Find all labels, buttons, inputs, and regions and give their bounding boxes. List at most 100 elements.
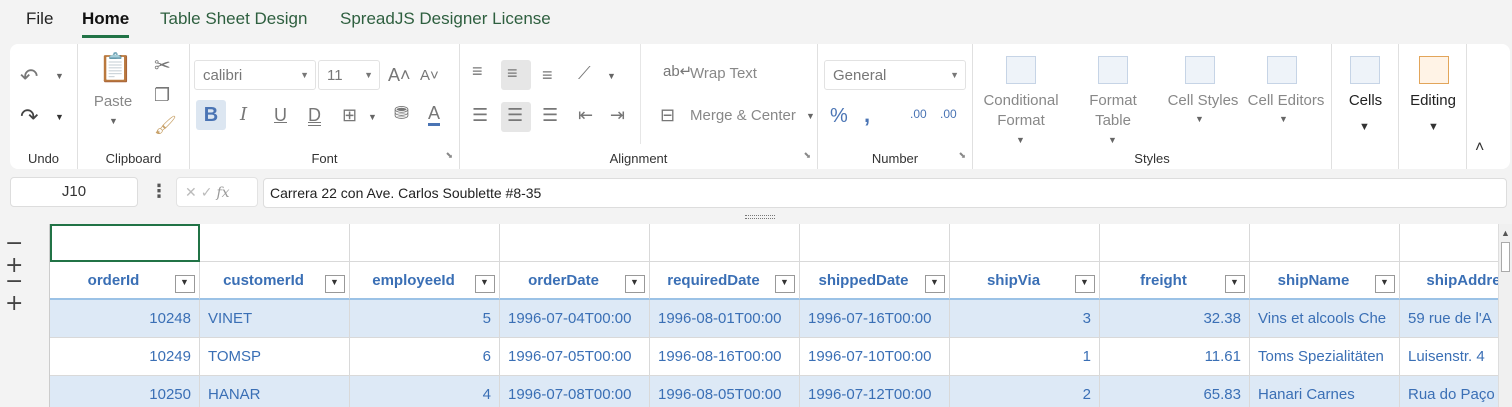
cells-dropdown-icon[interactable]: ▼ [1359,121,1370,133]
column-header[interactable]: shipVia [950,262,1100,300]
align-left-icon[interactable]: ☰ [472,106,488,124]
table-cell[interactable]: 3 [950,300,1100,338]
editing-dropdown-icon[interactable]: ▼ [1428,121,1439,133]
paste-label[interactable]: Paste [88,92,138,112]
table-cell[interactable]: 6 [350,338,500,376]
table-cell[interactable]: 1996-07-05T00:00 [500,338,650,376]
cell-styles-icon[interactable] [1185,56,1215,84]
italic-icon[interactable]: I [240,106,247,124]
filter-dropdown-icon[interactable] [925,275,945,293]
grid-cell[interactable] [1100,224,1250,262]
number-dialog-launcher-icon[interactable]: ⬊ [958,150,966,161]
conditional-format-label-2[interactable]: Format [973,111,1069,131]
cell-editors-dropdown-icon[interactable]: ▼ [1279,114,1288,124]
insert-function-icon[interactable]: fx [216,185,229,201]
table-cell[interactable]: HANAR [200,376,350,407]
font-family-select[interactable]: calibri ▼ [194,60,316,90]
border-icon[interactable]: ⊞ [342,106,357,124]
filter-dropdown-icon[interactable] [325,275,345,293]
cell-styles-dropdown-icon[interactable]: ▼ [1195,114,1204,124]
table-cell[interactable]: 1996-07-16T00:00 [800,300,950,338]
decrease-decimal-icon[interactable]: .00 [940,108,957,120]
grid-cell[interactable] [650,224,800,262]
table-cell[interactable]: 1 [950,338,1100,376]
filter-dropdown-icon[interactable] [1225,275,1245,293]
undo-dropdown-icon[interactable]: ▼ [55,71,64,81]
formula-input[interactable]: Carrera 22 con Ave. Carlos Soublette #8-… [263,178,1507,208]
format-table-label-2[interactable]: Table [1083,111,1143,131]
more-vertical-icon[interactable]: ⋮ [150,181,168,202]
filter-dropdown-icon[interactable] [1375,275,1395,293]
table-cell[interactable]: 65.83 [1100,376,1250,407]
filter-dropdown-icon[interactable] [175,275,195,293]
merge-center-icon[interactable]: ⊟ [660,106,675,124]
table-cell[interactable]: Hanari Carnes [1250,376,1400,407]
cell-editors-icon[interactable] [1267,56,1297,84]
table-cell[interactable]: 1996-08-05T00:00 [650,376,800,407]
column-header[interactable]: orderDate [500,262,650,300]
column-header[interactable]: shippedDate [800,262,950,300]
table-cell[interactable]: 1996-07-04T00:00 [500,300,650,338]
collapse-ribbon-icon[interactable]: ˄ [1475,140,1484,156]
editing-button[interactable]: Editing [1399,91,1467,111]
increase-indent-icon[interactable]: ⇥ [610,106,625,124]
grid-cell[interactable] [500,224,650,262]
format-table-label-1[interactable]: Format [1083,91,1143,111]
table-cell[interactable]: 10250 [50,376,200,407]
editing-icon[interactable] [1419,56,1449,84]
align-middle-icon[interactable]: ≡ [507,64,518,82]
cell-styles-label[interactable]: Cell Styles [1163,91,1243,111]
filter-dropdown-icon[interactable] [475,275,495,293]
splitter-handle[interactable] [745,215,775,219]
grid-cell[interactable] [950,224,1100,262]
table-cell[interactable]: TOMSP [200,338,350,376]
column-header[interactable]: orderId [50,262,200,300]
scroll-thumb[interactable] [1501,242,1510,272]
comma-style-icon[interactable]: , [864,104,870,126]
font-dialog-launcher-icon[interactable]: ⬊ [445,150,453,161]
scroll-up-icon[interactable]: ▲ [1501,228,1510,238]
cut-icon[interactable]: ✂ [154,56,171,76]
filter-dropdown-icon[interactable] [775,275,795,293]
conditional-format-dropdown-icon[interactable]: ▼ [1016,135,1025,145]
collapse-expand-icon[interactable]: −+ [5,271,49,315]
redo-icon[interactable]: ↷ [20,106,38,128]
conditional-format-icon[interactable] [1006,56,1036,84]
redo-dropdown-icon[interactable]: ▼ [55,112,64,122]
column-header[interactable]: shipName [1250,262,1400,300]
table-cell[interactable]: 1996-07-08T00:00 [500,376,650,407]
grid-cell[interactable] [800,224,950,262]
vertical-scrollbar[interactable]: ▲ [1498,224,1512,407]
paste-icon[interactable]: 📋 [98,54,133,82]
table-cell[interactable]: 59 rue de l'A [1400,300,1512,338]
font-size-select[interactable]: 11 ▼ [318,60,380,90]
orientation-dropdown-icon[interactable]: ▼ [607,71,616,81]
underline-icon[interactable]: U [274,106,287,124]
column-header[interactable]: requiredDate [650,262,800,300]
merge-dropdown-icon[interactable]: ▼ [806,111,815,121]
table-cell[interactable]: Toms Spezialitäten [1250,338,1400,376]
table-cell[interactable]: 1996-07-10T00:00 [800,338,950,376]
align-top-icon[interactable]: ≡ [472,62,483,80]
table-cell[interactable]: 1996-08-01T00:00 [650,300,800,338]
table-cell[interactable]: 32.38 [1100,300,1250,338]
confirm-icon[interactable]: ✓ [201,184,217,200]
filter-dropdown-icon[interactable] [625,275,645,293]
format-painter-icon[interactable]: 🖌 [154,116,177,134]
table-cell[interactable]: Rua do Paço [1400,376,1512,407]
alignment-dialog-launcher-icon[interactable]: ⬊ [803,150,811,161]
grid-cell[interactable] [200,224,350,262]
format-table-dropdown-icon[interactable]: ▼ [1108,135,1117,145]
decrease-font-size-icon[interactable]: A˅ [420,68,439,83]
increase-decimal-icon[interactable]: .00 [910,108,927,120]
bold-icon[interactable]: B [196,100,226,130]
table-cell[interactable]: Luisenstr. 4 [1400,338,1512,376]
increase-font-size-icon[interactable]: A˄ [388,66,411,84]
table-cell[interactable]: Vins et alcools Che [1250,300,1400,338]
column-header[interactable]: shipAddre [1400,262,1512,300]
name-box[interactable]: J10 [10,177,138,207]
fill-color-icon[interactable]: ⛃ [394,104,409,122]
format-table-icon[interactable] [1098,56,1128,84]
conditional-format-label-1[interactable]: Conditional [973,91,1069,111]
table-cell[interactable]: 10248 [50,300,200,338]
